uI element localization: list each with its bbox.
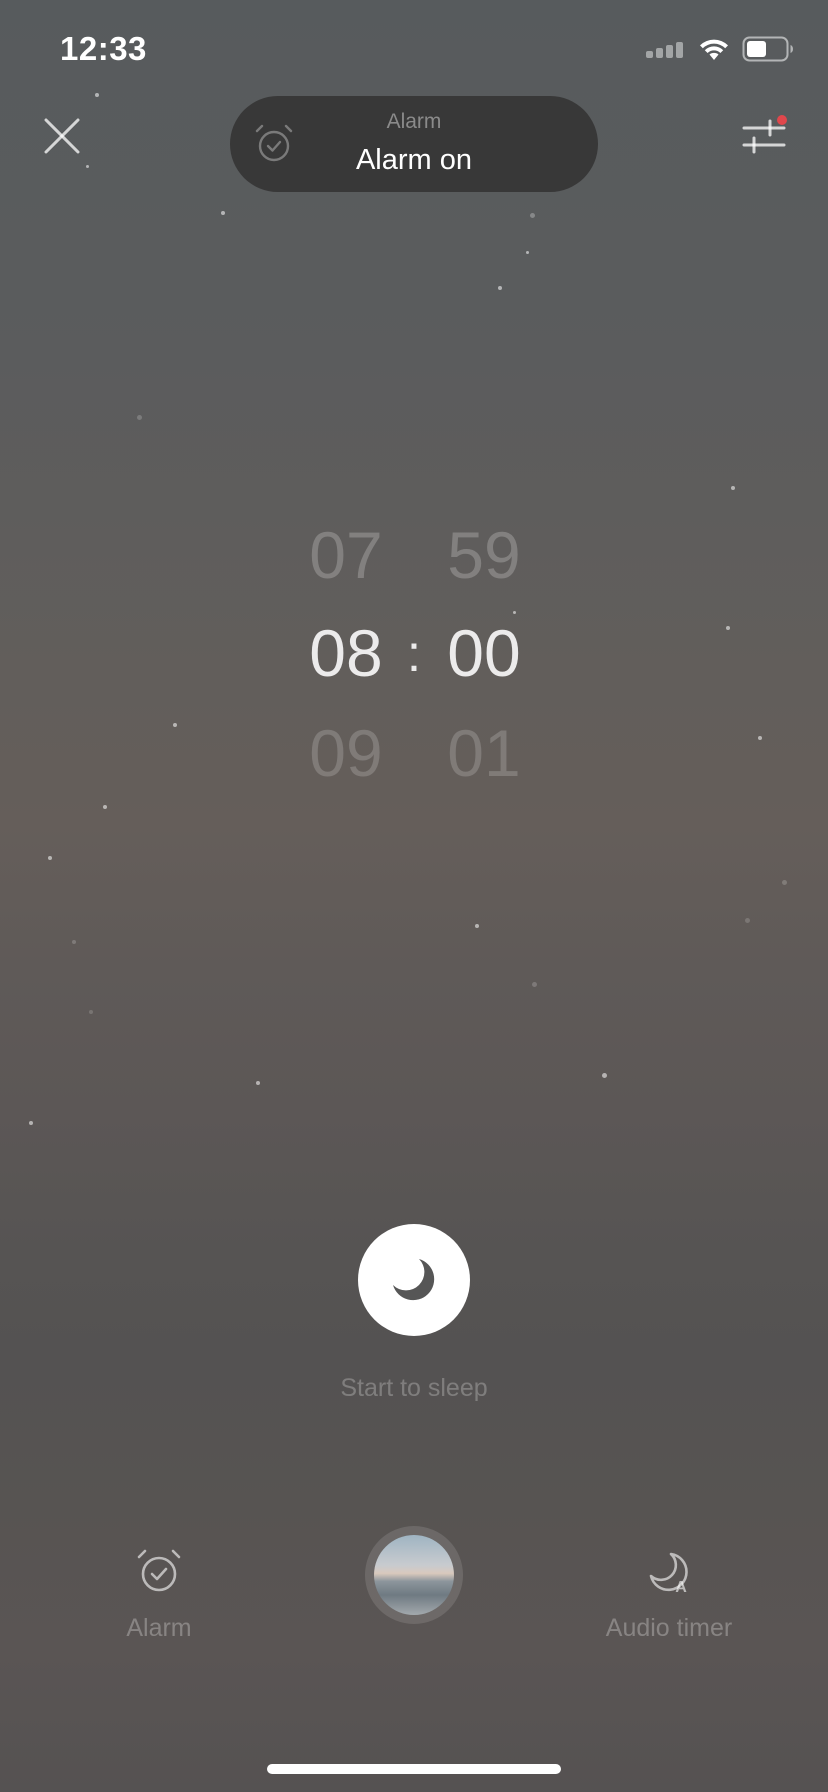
moon-auto-icon: A [649, 1552, 688, 1596]
cellular-signal-icon [646, 42, 683, 58]
close-button[interactable] [38, 112, 86, 160]
alarm-status-pill[interactable]: Alarm Alarm on [230, 96, 598, 192]
minute-selected[interactable]: 00 [424, 620, 544, 686]
nav-alarm-label: Alarm [126, 1614, 192, 1642]
svg-text:A: A [675, 1579, 687, 1596]
alarm-check-icon [137, 1549, 181, 1592]
minute-prev[interactable]: 59 [424, 522, 544, 588]
pill-status: Alarm on [355, 144, 473, 176]
nav-audio-timer[interactable]: A Audio timer [559, 1548, 779, 1643]
settings-button[interactable] [740, 114, 788, 162]
hour-prev[interactable]: 07 [286, 522, 406, 588]
time-picker[interactable]: 07 59 08 : 00 09 01 [0, 500, 828, 800]
pill-caption: Alarm [386, 110, 442, 133]
notification-dot [777, 115, 787, 125]
nav-audio-timer-label: Audio timer [605, 1614, 733, 1642]
battery-icon [742, 36, 793, 62]
hour-selected[interactable]: 08 [286, 620, 406, 686]
time-separator: : [406, 625, 422, 683]
status-bar-icons [646, 34, 794, 64]
hour-next[interactable]: 09 [286, 720, 406, 786]
wifi-icon [700, 39, 728, 60]
status-bar-time: 12:33 [60, 30, 147, 67]
scene-button[interactable] [365, 1526, 463, 1624]
moon-icon [393, 1259, 435, 1301]
home-indicator[interactable] [267, 1764, 561, 1774]
start-sleep-label: Start to sleep [340, 1374, 488, 1402]
start-sleep-button[interactable] [358, 1224, 470, 1336]
scene-thumbnail [374, 1535, 454, 1615]
minute-next[interactable]: 01 [424, 720, 544, 786]
close-icon [44, 118, 80, 154]
nav-alarm[interactable]: Alarm [49, 1548, 269, 1643]
sliders-icon [742, 115, 787, 154]
